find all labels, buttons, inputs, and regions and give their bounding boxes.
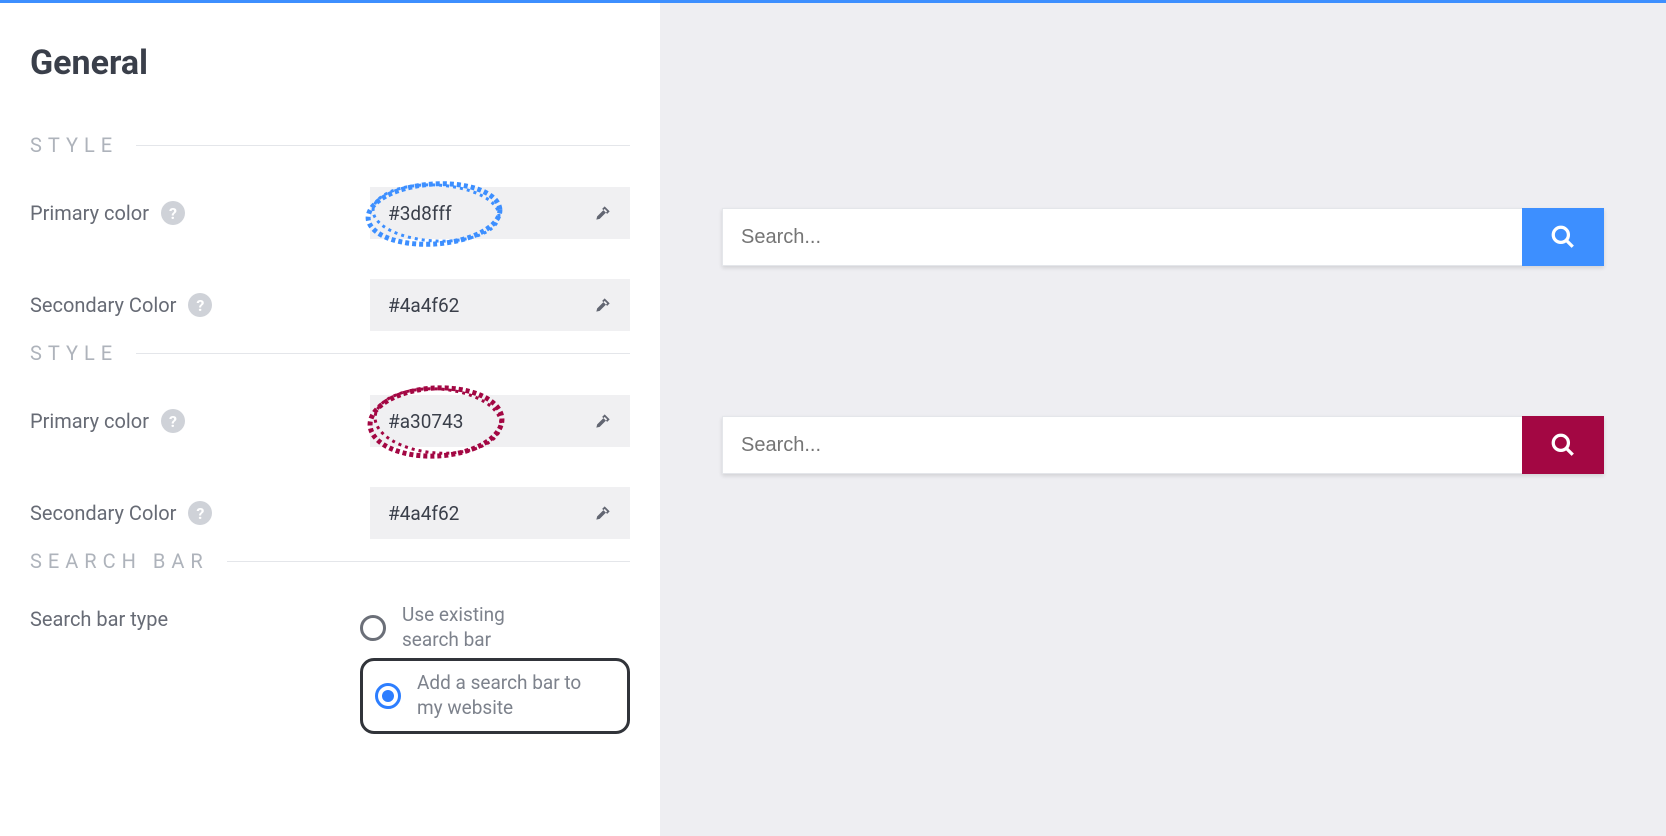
preview-searchbox-1-wrap (722, 208, 1604, 266)
primary-color-value: #3d8fff (370, 202, 576, 225)
primary-color-input-wrap: #a30743 (370, 395, 630, 447)
search-bar-type-label-text: Search bar type (30, 607, 168, 631)
primary-color-field[interactable]: #3d8fff (370, 187, 630, 239)
field-search-bar-type: Search bar type Use existing search bar … (30, 603, 630, 734)
page-container: General STYLE Primary color ? #3d8fff (0, 3, 1666, 836)
section-divider (227, 561, 630, 562)
help-icon[interactable]: ? (161, 409, 185, 433)
search-icon (1550, 432, 1576, 458)
eyedropper-button[interactable] (576, 187, 630, 239)
eyedropper-icon (593, 411, 613, 431)
field-primary-color-1: Primary color ? #3d8fff (30, 187, 630, 239)
preview-searchbox-1 (722, 208, 1604, 266)
secondary-color-label: Secondary Color ? (30, 501, 370, 525)
radio-add-search-bar[interactable]: Add a search bar to my website (360, 658, 630, 733)
secondary-color-value: #4a4f62 (370, 294, 576, 317)
primary-color-field[interactable]: #a30743 (370, 395, 630, 447)
secondary-color-label-text: Secondary Color (30, 501, 176, 525)
search-button[interactable] (1522, 416, 1604, 474)
radio-label: Use existing search bar (402, 603, 562, 652)
settings-panel: General STYLE Primary color ? #3d8fff (0, 3, 660, 836)
field-secondary-color-1: Secondary Color ? #4a4f62 (30, 279, 630, 331)
help-icon[interactable]: ? (161, 201, 185, 225)
section-divider (136, 145, 630, 146)
primary-color-input-wrap: #3d8fff (370, 187, 630, 239)
search-button[interactable] (1522, 208, 1604, 266)
primary-color-label: Primary color ? (30, 409, 370, 433)
primary-color-value: #a30743 (370, 410, 576, 433)
preview-gap (722, 266, 1604, 416)
eyedropper-icon (593, 203, 613, 223)
secondary-color-label-text: Secondary Color (30, 293, 176, 317)
section-header-style: STYLE (30, 133, 630, 157)
eyedropper-button[interactable] (576, 279, 630, 331)
field-primary-color-2: Primary color ? #a30743 (30, 395, 630, 447)
field-secondary-color-2: Secondary Color ? #4a4f62 (30, 487, 630, 539)
secondary-color-field[interactable]: #4a4f62 (370, 279, 630, 331)
search-input[interactable] (722, 416, 1522, 474)
section-label: STYLE (30, 341, 118, 365)
eyedropper-button[interactable] (576, 487, 630, 539)
section-header-search-bar: SEARCH BAR (30, 549, 630, 573)
search-input[interactable] (722, 208, 1522, 266)
eyedropper-icon (593, 295, 613, 315)
section-header-style-2: STYLE (30, 341, 630, 365)
secondary-color-label: Secondary Color ? (30, 293, 370, 317)
page-title: General (30, 43, 630, 83)
eyedropper-icon (593, 503, 613, 523)
radio-icon-selected (375, 683, 401, 709)
search-bar-type-options: Use existing search bar Add a search bar… (360, 603, 630, 734)
help-icon[interactable]: ? (188, 501, 212, 525)
section-label: STYLE (30, 133, 118, 157)
search-icon (1550, 224, 1576, 250)
primary-color-label-text: Primary color (30, 201, 149, 225)
preview-searchbox-2 (722, 416, 1604, 474)
preview-panel (660, 3, 1666, 836)
help-icon[interactable]: ? (188, 293, 212, 317)
primary-color-label: Primary color ? (30, 201, 370, 225)
radio-use-existing[interactable]: Use existing search bar (360, 603, 630, 652)
section-divider (136, 353, 630, 354)
search-bar-type-label: Search bar type (30, 603, 360, 631)
radio-icon (360, 615, 386, 641)
primary-color-label-text: Primary color (30, 409, 149, 433)
secondary-color-value: #4a4f62 (370, 502, 576, 525)
section-label: SEARCH BAR (30, 549, 209, 573)
eyedropper-button[interactable] (576, 395, 630, 447)
secondary-color-field[interactable]: #4a4f62 (370, 487, 630, 539)
radio-label: Add a search bar to my website (417, 671, 607, 720)
